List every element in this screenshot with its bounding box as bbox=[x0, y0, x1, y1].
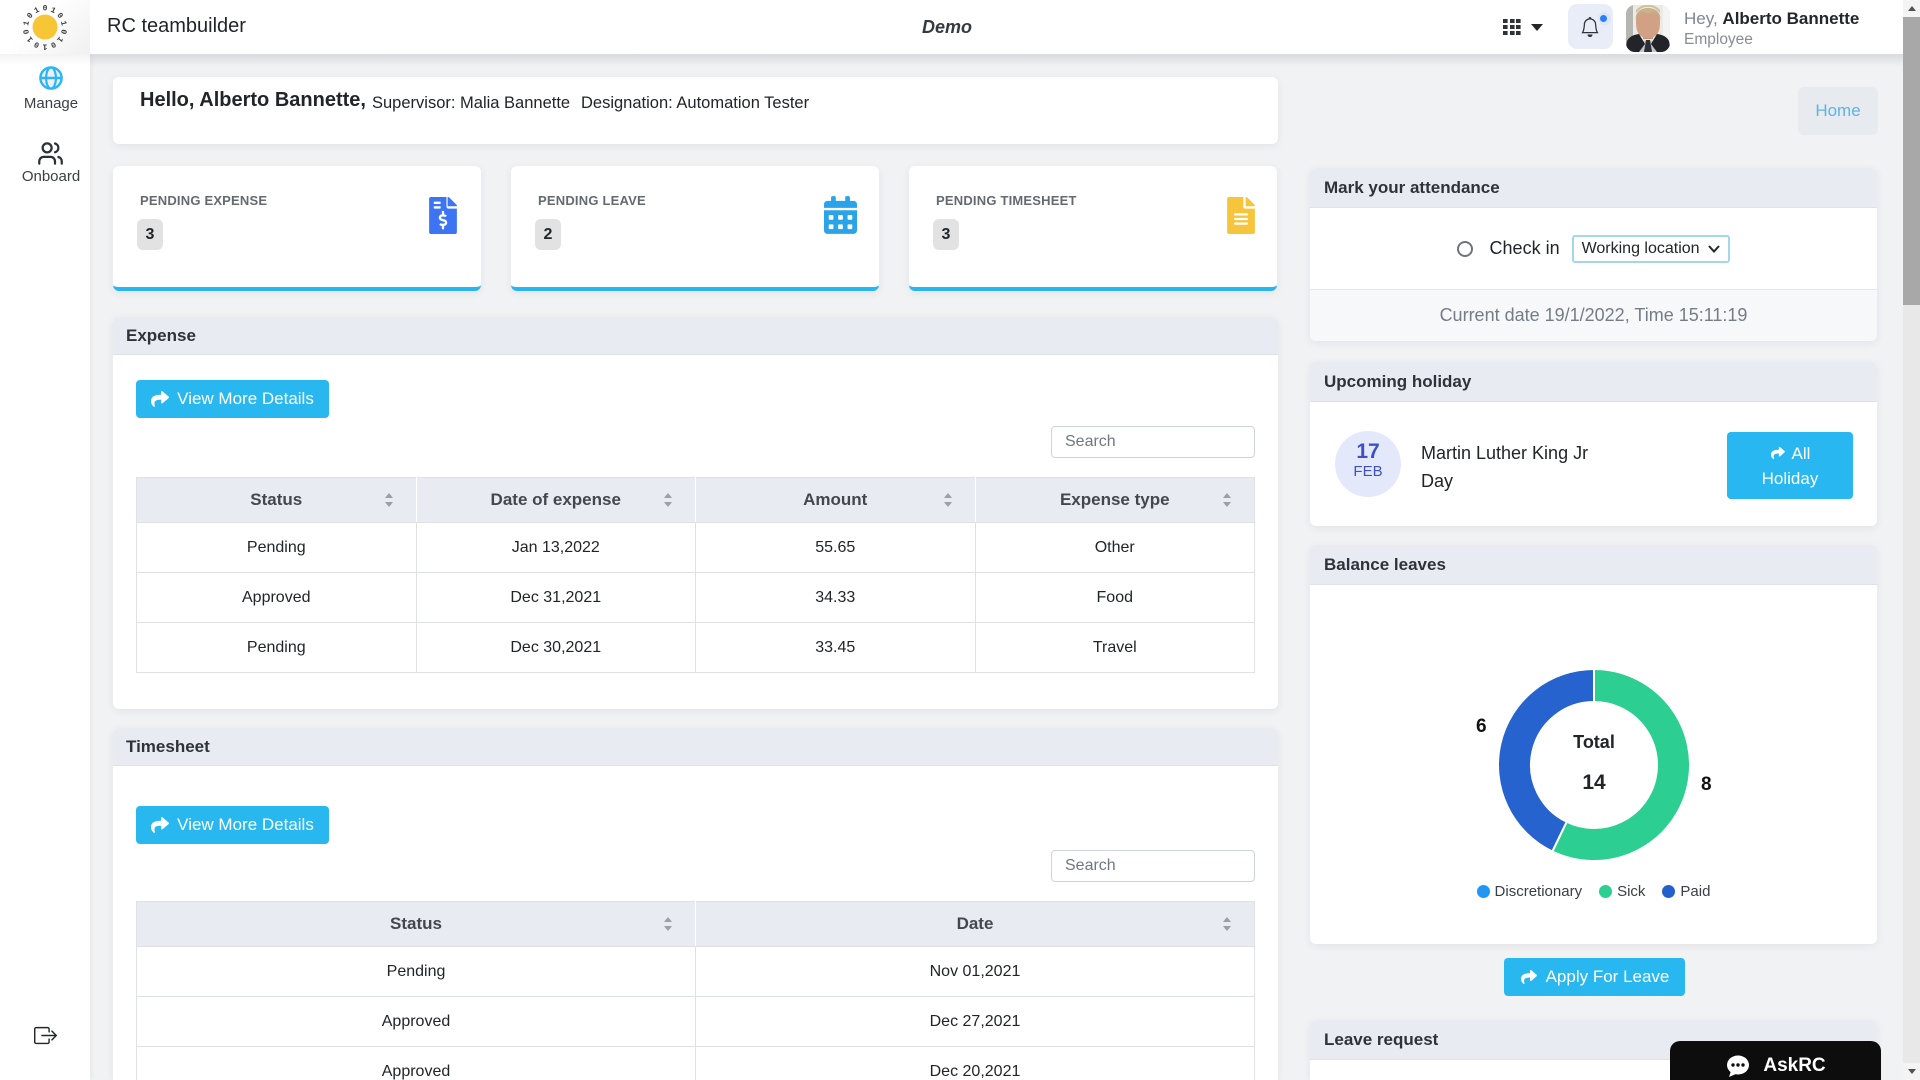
svg-text:1: 1 bbox=[58, 20, 68, 27]
svg-text:0: 0 bbox=[22, 28, 32, 35]
svg-text:1: 1 bbox=[25, 34, 35, 44]
svg-text:1: 1 bbox=[22, 20, 32, 27]
svg-text:1: 1 bbox=[42, 41, 47, 50]
svg-text:1: 1 bbox=[33, 6, 41, 16]
svg-text:0: 0 bbox=[43, 5, 48, 14]
svg-text:0: 0 bbox=[54, 11, 64, 21]
svg-text:0: 0 bbox=[49, 39, 57, 49]
svg-text:0: 0 bbox=[58, 28, 68, 35]
